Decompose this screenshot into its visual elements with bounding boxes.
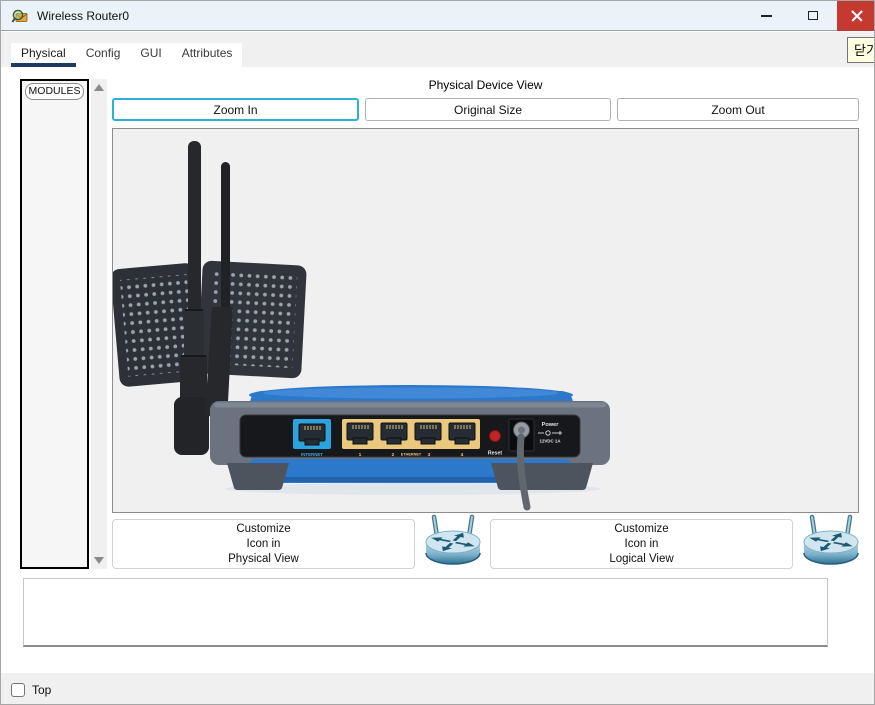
close-button[interactable] — [837, 1, 874, 31]
tab-physical[interactable]: Physical — [11, 43, 76, 67]
modules-scrollbar[interactable] — [91, 79, 107, 569]
close-icon — [850, 9, 864, 23]
top-checkbox-label: Top — [32, 682, 52, 697]
minimize-button[interactable] — [743, 1, 789, 30]
maximize-button[interactable] — [789, 1, 837, 30]
customize-logical-view-button[interactable]: Customize Icon in Logical View — [490, 519, 793, 569]
status-bar: Top — [1, 673, 874, 704]
wireless-router-preview-icon-logical — [799, 514, 863, 571]
window-controls — [743, 1, 874, 31]
tab-strip: Physical Config GUI Attributes — [11, 43, 243, 67]
scroll-up-icon[interactable] — [94, 84, 104, 91]
svg-text:2: 2 — [392, 452, 395, 458]
svg-text:Reset: Reset — [488, 451, 502, 457]
svg-text:4: 4 — [461, 452, 464, 458]
svg-text:12VDC 1A: 12VDC 1A — [540, 439, 562, 444]
original-size-button[interactable]: Original Size — [365, 98, 611, 121]
modules-panel: MODULES — [20, 79, 89, 569]
svg-text:INTERNET: INTERNET — [301, 452, 323, 457]
tab-gui[interactable]: GUI — [130, 43, 171, 67]
wireless-router-window: Wireless Router0 Physical Config GUI Att… — [0, 0, 875, 705]
window-title: Wireless Router0 — [37, 8, 130, 23]
device-view-canvas[interactable]: INTERNET 1 2 ETHERNET 3 4 Reset Power 12… — [110, 128, 859, 513]
svg-text:3: 3 — [428, 452, 431, 458]
maximize-icon — [808, 11, 818, 20]
wireless-router-image: INTERNET 1 2 ETHERNET 3 4 Reset Power 12… — [110, 141, 610, 511]
zoom-in-button[interactable]: Zoom In — [112, 98, 359, 121]
zoom-out-button[interactable]: Zoom Out — [617, 98, 859, 121]
reset-button-image — [489, 430, 501, 442]
tab-bar: Physical Config GUI Attributes — [1, 32, 874, 67]
close-tooltip: 닫기 — [847, 37, 874, 63]
physical-device-view-title: Physical Device View — [428, 78, 543, 92]
svg-text:Power: Power — [542, 422, 560, 428]
modules-header-button[interactable]: MODULES — [25, 83, 84, 100]
top-checkbox[interactable] — [11, 682, 25, 697]
svg-text:1: 1 — [359, 452, 362, 458]
packet-tracer-icon — [11, 9, 28, 23]
scroll-down-icon[interactable] — [94, 557, 104, 564]
tab-attributes[interactable]: Attributes — [172, 43, 243, 67]
tab-config[interactable]: Config — [76, 43, 131, 67]
svg-text:ETHERNET: ETHERNET — [401, 453, 422, 457]
customize-physical-view-button[interactable]: Customize Icon in Physical View — [112, 519, 415, 569]
title-bar: Wireless Router0 — [1, 1, 874, 31]
minimize-icon — [760, 14, 772, 17]
wireless-router-preview-icon-physical — [421, 514, 485, 571]
module-description-box — [23, 578, 828, 647]
